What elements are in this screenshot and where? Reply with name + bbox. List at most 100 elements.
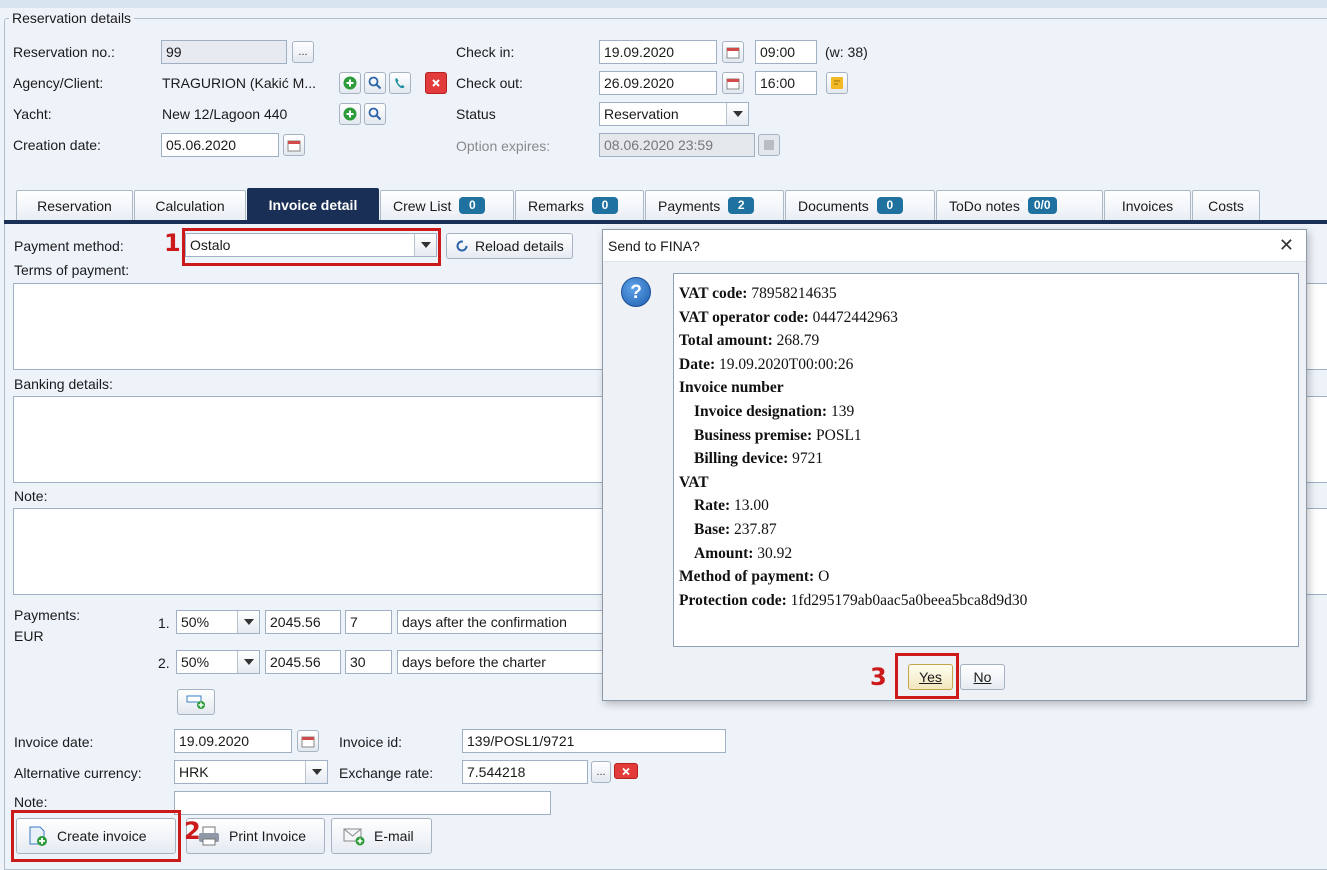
payment-2-amount[interactable]: 2045.56 (265, 650, 341, 674)
agency-add-icon[interactable] (339, 72, 361, 94)
close-icon[interactable]: ✕ (1279, 235, 1294, 256)
dialog-line: Rate: 13.00 (694, 497, 769, 515)
payments-label: Payments: (14, 607, 81, 623)
tab-label: Calculation (155, 197, 225, 214)
send-to-fina-dialog: Send to FINA? ✕ ? VAT code: 78958214635 … (602, 229, 1307, 701)
reload-icon (456, 240, 468, 252)
checkout-label: Check out: (456, 75, 523, 91)
yacht-add-icon[interactable] (339, 103, 361, 125)
payment-1-amount[interactable]: 2045.56 (265, 610, 341, 634)
step-marker-1: 1 (164, 229, 181, 257)
terms-label: Terms of payment: (14, 262, 130, 278)
email-button[interactable]: E-mail (331, 818, 432, 854)
payment-1-terms[interactable]: days after the confirmation (397, 610, 607, 634)
creation-date-label: Creation date: (13, 137, 101, 153)
dialog-line: VAT code: 78958214635 (679, 285, 837, 302)
print-invoice-button[interactable]: Print Invoice (186, 818, 325, 854)
tab-todo-notes[interactable]: ToDo notes 0/0 (936, 190, 1103, 220)
dialog-line: Invoice number (679, 379, 784, 397)
payment-row-index: 1. (158, 615, 170, 631)
agency-value: TRAGURION (Kakić M... (162, 75, 317, 91)
exchange-rate-remove-icon[interactable] (614, 763, 638, 779)
step-marker-3: 3 (870, 663, 887, 691)
alt-currency-select[interactable]: HRK (174, 760, 328, 784)
dialog-line: Invoice designation: 139 (694, 402, 855, 420)
tab-payments[interactable]: Payments 2 (645, 190, 784, 220)
count-badge: 0 (876, 197, 903, 214)
note2-field[interactable] (174, 791, 551, 815)
dialog-line: Date: 19.09.2020T00:00:26 (679, 355, 854, 373)
tab-costs[interactable]: Costs (1192, 190, 1260, 220)
tab-remarks[interactable]: Remarks 0 (515, 190, 644, 220)
tab-crew-list[interactable]: Crew List 0 (380, 190, 514, 220)
tab-invoice-detail[interactable]: Invoice detail (247, 188, 379, 220)
percent-value: 50% (181, 614, 210, 630)
highlight-box-2 (11, 810, 181, 862)
tab-reservation[interactable]: Reservation (16, 190, 133, 220)
top-strip (0, 0, 1327, 8)
checkin-date-field[interactable]: 19.09.2020 (599, 40, 717, 64)
note-label: Note: (14, 488, 48, 504)
payment-1-percent-select[interactable]: 50% (176, 610, 260, 634)
option-expires-label: Option expires: (456, 138, 551, 154)
chevron-down-icon (237, 651, 259, 673)
payment-2-terms[interactable]: days before the charter (397, 650, 607, 674)
payment-2-days[interactable]: 30 (345, 650, 392, 674)
payment-1-days[interactable]: 7 (345, 610, 392, 634)
email-icon (343, 828, 365, 846)
checkout-date-field[interactable]: 26.09.2020 (599, 71, 717, 95)
invoice-id-field[interactable]: 139/POSL1/9721 (462, 729, 726, 753)
dialog-line: VAT (679, 473, 709, 491)
dialog-line: Business premise: POSL1 (694, 426, 862, 444)
highlight-box-1 (182, 228, 441, 266)
payment-2-percent-select[interactable]: 50% (176, 650, 260, 674)
tab-calculation[interactable]: Calculation (134, 190, 246, 220)
checkin-calendar-icon[interactable] (722, 41, 744, 63)
status-select[interactable]: Reservation (599, 102, 749, 126)
agency-remove-icon[interactable] (425, 72, 447, 94)
exchange-rate-more-button[interactable]: ... (591, 761, 611, 783)
yacht-search-icon[interactable] (364, 103, 386, 125)
more-label: ... (596, 766, 606, 778)
checkin-label: Check in: (456, 44, 515, 60)
tab-invoices[interactable]: Invoices (1104, 190, 1191, 220)
tab-underline (4, 220, 1327, 224)
agency-phone-icon[interactable] (389, 72, 411, 94)
add-payment-row-button[interactable] (177, 689, 215, 715)
checkout-calendar-icon[interactable] (722, 72, 744, 94)
reload-details-button[interactable]: Reload details (446, 233, 573, 259)
tab-documents[interactable]: Documents 0 (785, 190, 935, 220)
dialog-line: Amount: 30.92 (694, 544, 793, 562)
checkout-time-field[interactable]: 16:00 (755, 71, 817, 95)
dialog-line: VAT operator code: 04472442963 (679, 308, 898, 326)
count-badge: 2 (728, 197, 755, 214)
group-title: Reservation details (9, 10, 135, 26)
week-label: (w: 38) (825, 44, 868, 60)
agency-label: Agency/Client: (13, 75, 104, 91)
invoice-date-label: Invoice date: (14, 734, 94, 750)
question-icon: ? (621, 277, 651, 307)
dialog-line: Total amount: 268.79 (679, 332, 820, 350)
highlight-box-3 (895, 653, 959, 699)
exchange-rate-field[interactable]: 7.544218 (462, 760, 588, 784)
agency-search-icon[interactable] (364, 72, 386, 94)
reservation-more-button[interactable]: ... (292, 41, 314, 63)
checkin-time-field[interactable]: 09:00 (755, 40, 817, 64)
invoice-date-field[interactable]: 19.09.2020 (174, 729, 292, 753)
print-invoice-label: Print Invoice (229, 828, 307, 844)
reservation-no-field[interactable]: 99 (161, 40, 287, 64)
yacht-label: Yacht: (13, 106, 52, 122)
no-button[interactable]: No (960, 664, 1005, 690)
sticky-note-icon[interactable] (826, 72, 848, 94)
status-value: Reservation (604, 106, 679, 122)
chevron-down-icon (726, 103, 748, 125)
creation-date-field[interactable]: 05.06.2020 (161, 133, 279, 157)
dialog-line: Method of payment: O (679, 568, 830, 586)
dialog-titlebar: Send to FINA? ✕ (603, 230, 1306, 262)
option-expires-field: 08.06.2020 23:59 (599, 133, 755, 157)
payment-row-index: 2. (158, 655, 170, 671)
invoice-date-calendar-icon[interactable] (297, 730, 319, 752)
creation-date-calendar-icon[interactable] (283, 134, 305, 156)
exchange-rate-label: Exchange rate: (339, 765, 434, 781)
dialog-title: Send to FINA? (608, 238, 700, 254)
